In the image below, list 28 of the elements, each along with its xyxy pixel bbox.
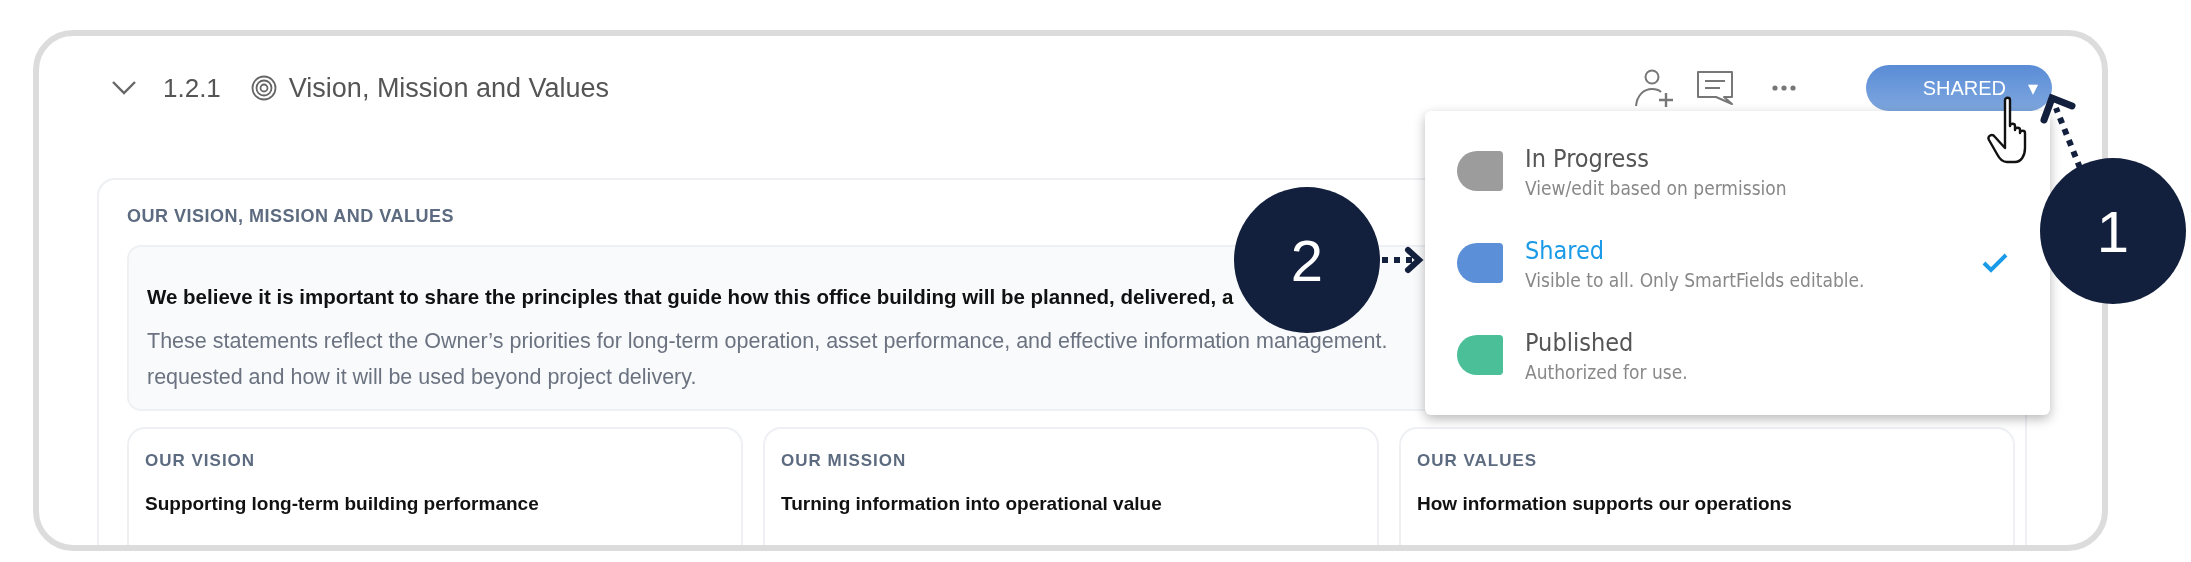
option-description: View/edit based on permission [1525, 176, 1788, 199]
statement-text: We believe it is important to share the principles that guide how this office building will be planned, delivered, a [147, 285, 1234, 309]
comment-icon[interactable] [1696, 70, 1734, 106]
target-icon [250, 75, 277, 101]
card-title: Supporting long-term building performance [145, 493, 540, 515]
step-callout: 1 [2040, 158, 2186, 304]
section-number: 1.2.1 [163, 72, 221, 104]
section-title: Vision, Mission and Values [288, 72, 609, 104]
option-title: Published [1525, 327, 1635, 357]
option-title: In Progress [1525, 143, 1650, 173]
option-description: Visible to all. Only SmartFields editable. [1525, 268, 1866, 291]
check-icon [1982, 253, 2008, 273]
dotted-arrow [1382, 247, 1424, 273]
more-icon[interactable] [1772, 84, 1796, 92]
status-option[interactable]: Published Authorized for use. [1425, 309, 2034, 401]
chevron-down-icon[interactable] [111, 80, 137, 96]
status-option[interactable]: In Progress View/edit based on permission [1425, 125, 2034, 217]
card-label: OUR VALUES [1417, 451, 1539, 471]
section-heading: OUR VISION, MISSION AND VALUES [127, 206, 455, 227]
card-label: OUR MISSION [781, 451, 908, 471]
option-title: Shared [1525, 235, 1606, 265]
card-title: Turning information into operational value [781, 493, 1163, 515]
option-description: Authorized for use. [1525, 360, 1689, 383]
status-option[interactable]: Shared Visible to all. Only SmartFields editable. [1425, 217, 2034, 309]
description-text: requested and how it will be used beyond project delivery. [147, 364, 697, 391]
add-user-icon[interactable] [1634, 68, 1676, 108]
card-label: OUR VISION [145, 451, 257, 471]
card-title: How information supports our operations [1417, 493, 1793, 515]
